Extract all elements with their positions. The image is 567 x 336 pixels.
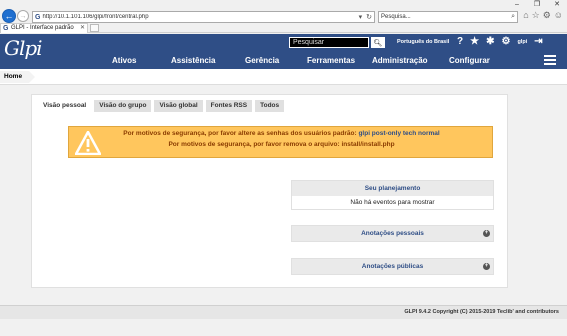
browser-search-input[interactable]: Pesquisa... ⌕ xyxy=(378,11,518,23)
glpi-favicon-icon: G xyxy=(35,13,41,21)
language-selector[interactable]: Português do Brasil xyxy=(397,39,449,45)
menu-item-ferramentas[interactable]: Ferramentas xyxy=(307,56,355,65)
main-menu: Ativos Assistência Gerência Ferramentas … xyxy=(0,54,567,69)
footer: GLPI 9.4.2 Copyright (C) 2015-2019 Tecli… xyxy=(0,305,567,319)
personal-notes-box: Anotações pessoais + xyxy=(291,225,494,242)
planning-empty-message: Não há eventos para mostrar xyxy=(350,199,435,206)
dropdown-icon[interactable]: ▾ xyxy=(357,13,365,21)
warning-line-1: Por motivos de segurança, por favor alte… xyxy=(69,130,494,137)
security-warning: Por motivos de segurança, por favor alte… xyxy=(68,126,493,158)
glpi-favicon-icon: G xyxy=(3,25,9,32)
settings-gear-icon[interactable]: ⚙ xyxy=(543,10,551,21)
tab-visao-global[interactable]: Visão global xyxy=(154,100,203,112)
maximize-icon[interactable]: ❐ xyxy=(527,0,547,9)
new-tab-button[interactable] xyxy=(90,24,99,32)
tab-close-icon[interactable]: ✕ xyxy=(80,24,85,33)
planning-title[interactable]: Seu planejamento xyxy=(292,181,493,196)
tab-strip: G GLPI - Interface padrão ✕ xyxy=(0,23,567,33)
public-notes-header: Anotações públicas + xyxy=(292,259,493,274)
favorites-star-icon[interactable]: ☆ xyxy=(532,10,540,21)
back-arrow-icon[interactable]: ← xyxy=(2,9,16,23)
planning-box: Seu planejamento Não há eventos para mos… xyxy=(291,180,494,210)
browser-icons: ⌂ ☆ ⚙ ☺ xyxy=(523,10,563,21)
menu-item-administracao[interactable]: Administração xyxy=(372,56,428,65)
copyright-text[interactable]: GLPI 9.4.2 Copyright (C) 2015-2019 Tecli… xyxy=(404,309,559,315)
tab-visao-pessoal[interactable]: Visão pessoal xyxy=(38,100,92,112)
home-icon[interactable]: ⌂ xyxy=(523,10,528,21)
browser-tab[interactable]: G GLPI - Interface padrão ✕ xyxy=(0,23,88,33)
menu-item-ativos[interactable]: Ativos xyxy=(112,56,136,65)
menu-item-assistencia[interactable]: Assistência xyxy=(171,56,215,65)
menu-item-gerencia[interactable]: Gerência xyxy=(245,56,279,65)
global-search-input[interactable]: Pesquisar xyxy=(289,37,369,48)
header-icons: ? ★ ✱ ⚙ glpi ⇥ xyxy=(457,36,543,47)
address-url[interactable]: http://10.1.101.106/glpi/front/central.p… xyxy=(42,14,356,20)
search-icon: 🔍︎ xyxy=(373,39,383,47)
view-tabs: Visão pessoal Visão do grupo Visão globa… xyxy=(38,100,285,112)
user-name[interactable]: glpi xyxy=(517,39,527,45)
add-public-note-icon[interactable]: + xyxy=(483,263,490,270)
add-personal-note-icon[interactable]: + xyxy=(483,230,490,237)
breadcrumb-home[interactable]: Home xyxy=(0,71,36,83)
browser-tab-title: GLPI - Interface padrão xyxy=(11,25,74,31)
public-notes-box: Anotações públicas + xyxy=(291,258,494,275)
forward-arrow-icon[interactable]: → xyxy=(17,10,29,22)
warning-password-text: Por motivos de segurança, por favor alte… xyxy=(123,130,357,137)
refresh-icon[interactable]: ↻ xyxy=(364,13,374,21)
bookmark-star-icon[interactable]: ★ xyxy=(470,36,479,47)
menu-item-configurar[interactable]: Configurar xyxy=(449,56,490,65)
minimize-icon[interactable]: – xyxy=(507,0,527,9)
main-panel: Visão pessoal Visão do grupo Visão globa… xyxy=(31,94,508,288)
help-icon[interactable]: ? xyxy=(457,36,463,47)
address-bar[interactable]: G http://10.1.101.106/glpi/front/central… xyxy=(32,11,375,23)
user-gear-icon[interactable]: ⚙ xyxy=(501,36,510,47)
close-icon[interactable]: ✕ xyxy=(547,0,567,9)
breadcrumb: Home xyxy=(0,69,567,85)
warning-line-2: Por motivos de segurança, por favor remo… xyxy=(168,141,395,148)
public-notes-title[interactable]: Anotações públicas xyxy=(362,263,423,270)
tab-fontes-rss[interactable]: Fontes RSS xyxy=(205,100,253,112)
default-users-link[interactable]: glpi post-only tech normal xyxy=(358,130,439,137)
tab-todos[interactable]: Todos xyxy=(255,100,285,112)
personal-notes-title[interactable]: Anotações pessoais xyxy=(361,230,424,237)
smiley-icon[interactable]: ☺ xyxy=(554,10,563,21)
browser-toolbar: – ❐ ✕ ← → G http://10.1.101.106/glpi/fro… xyxy=(0,0,567,33)
logout-icon[interactable]: ⇥ xyxy=(534,36,542,47)
browser-search-placeholder: Pesquisa... xyxy=(381,14,411,20)
hamburger-menu-icon[interactable] xyxy=(544,55,556,65)
search-button[interactable]: 🔍︎ xyxy=(371,37,385,48)
personal-notes-header: Anotações pessoais + xyxy=(292,226,493,241)
window-controls: – ❐ ✕ xyxy=(507,0,567,9)
tab-visao-do-grupo[interactable]: Visão do grupo xyxy=(94,100,152,112)
bug-icon[interactable]: ✱ xyxy=(486,36,494,47)
search-icon[interactable]: ⌕ xyxy=(511,12,515,22)
